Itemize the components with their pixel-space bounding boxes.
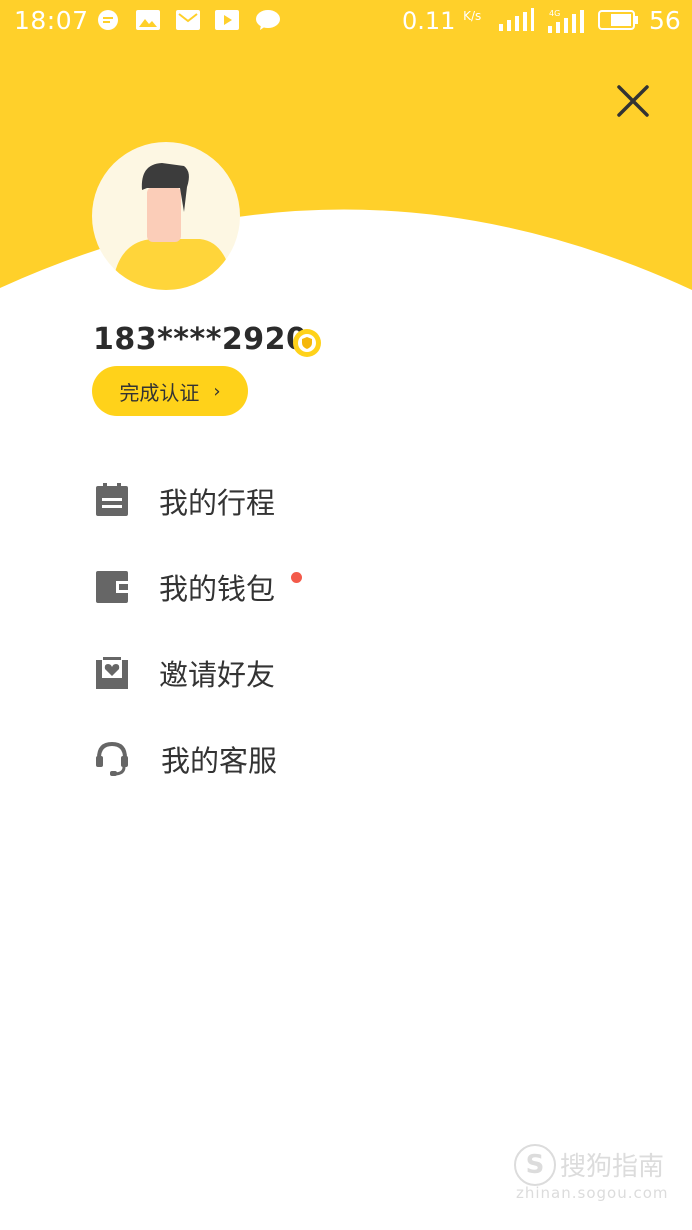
watermark: S 搜狗指南 zhinan.sogou.com: [512, 1140, 682, 1210]
battery-icon: [598, 10, 638, 30]
menu-label-wallet: 我的钱包: [159, 572, 276, 606]
verified-badge-icon: [293, 329, 321, 357]
wallet-notification-dot: [291, 572, 302, 583]
phone-number: 183****2920: [93, 322, 308, 357]
avatar-illustration: [112, 163, 234, 290]
menu-item-invite[interactable]: 邀请好友: [94, 646, 494, 696]
mail-icon: [176, 10, 200, 30]
status-time: 18:07: [14, 6, 89, 35]
menu-label-support: 我的客服: [161, 744, 278, 778]
watermark-text: 搜狗指南: [560, 1152, 665, 1182]
svg-text:4G: 4G: [549, 9, 560, 18]
image-icon: [136, 10, 160, 30]
message-icon: [256, 10, 280, 30]
signal-4g-icon: 4G: [548, 9, 584, 33]
avatar[interactable]: [92, 142, 240, 290]
trip-icon: [96, 483, 128, 516]
chat-bubble-icon: [98, 10, 118, 30]
sogou-logo-icon: S: [514, 1144, 556, 1186]
battery-level: 56: [649, 6, 681, 35]
video-play-icon: [215, 10, 239, 30]
menu-label-invite: 邀请好友: [159, 658, 276, 692]
close-icon[interactable]: [612, 80, 654, 122]
net-speed: 0.11 K/s: [402, 7, 482, 35]
headset-icon: [96, 741, 128, 776]
complete-verification-button[interactable]: 完成认证 ›: [92, 366, 248, 416]
watermark-url: zhinan.sogou.com: [516, 1184, 669, 1202]
wallet-icon: [96, 571, 128, 603]
auth-button-label: 完成认证: [119, 380, 200, 405]
menu-item-wallet[interactable]: 我的钱包: [94, 560, 494, 610]
menu-label-trips: 我的行程: [159, 486, 276, 520]
status-bar: 18:07 0.11 K/s 4G 56: [0, 0, 692, 44]
invite-icon: [96, 657, 128, 689]
menu-item-trips[interactable]: 我的行程: [94, 474, 494, 524]
chevron-right-icon: ›: [213, 380, 221, 402]
signal-icon: [499, 8, 534, 31]
menu-item-support[interactable]: 我的客服: [94, 732, 494, 782]
